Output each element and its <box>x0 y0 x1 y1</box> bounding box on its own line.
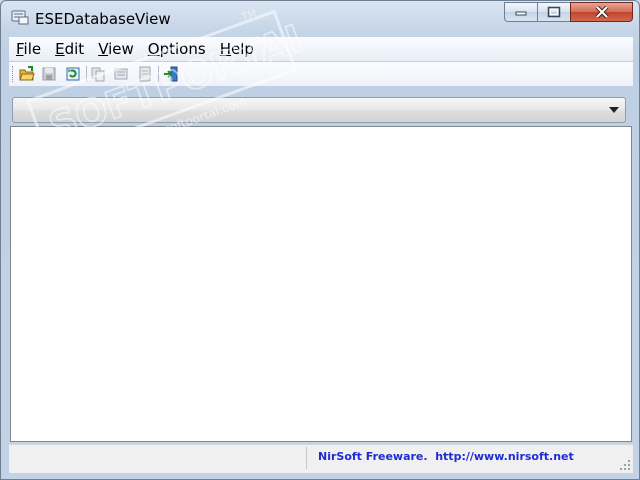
menu-bar: File Edit View Options Help <box>9 37 633 61</box>
exit-icon <box>164 66 178 82</box>
menu-file[interactable]: File <box>9 40 48 58</box>
menu-edit[interactable]: Edit <box>48 40 91 58</box>
close-icon <box>595 6 608 18</box>
menu-edit-label: Edit <box>55 40 85 58</box>
window-title: ESEDatabaseView <box>35 10 171 28</box>
status-pane-credit[interactable]: NirSoft Freeware. http://www.nirsoft.net <box>309 447 619 469</box>
status-pane-info <box>9 447 307 469</box>
save-button[interactable] <box>40 65 58 83</box>
menu-options[interactable]: Options <box>141 40 213 58</box>
title-bar[interactable]: ESEDatabaseView <box>1 1 639 35</box>
close-button[interactable] <box>570 2 633 22</box>
menu-view[interactable]: View <box>91 40 141 58</box>
menu-view-label: View <box>98 40 134 58</box>
refresh-icon <box>66 67 80 81</box>
minimize-button[interactable] <box>504 2 538 22</box>
resize-grip-icon[interactable] <box>619 459 631 471</box>
menu-help-label: Help <box>219 40 254 58</box>
nirsoft-credit-link[interactable]: NirSoft Freeware. http://www.nirsoft.net <box>318 450 574 463</box>
maximize-button[interactable] <box>537 2 571 22</box>
toolbar-separator <box>158 66 159 82</box>
minimize-icon <box>515 11 527 16</box>
html-report-button[interactable] <box>136 65 154 83</box>
menu-options-label: Options <box>147 40 206 58</box>
copy-icon <box>91 67 105 82</box>
exit-button[interactable] <box>162 65 180 83</box>
menu-file-label: File <box>16 40 42 58</box>
toolbar-grip[interactable] <box>12 66 15 82</box>
open-folder-icon <box>19 66 35 81</box>
report-icon <box>139 66 151 82</box>
save-icon <box>42 67 56 81</box>
table-selector-dropdown[interactable] <box>12 97 626 123</box>
records-list-view[interactable] <box>10 126 632 442</box>
properties-icon <box>114 68 128 80</box>
menu-help[interactable]: Help <box>213 40 261 58</box>
database-app-icon <box>11 10 29 25</box>
copy-button[interactable] <box>89 65 107 83</box>
toolbar <box>9 62 633 86</box>
properties-button[interactable] <box>112 65 130 83</box>
refresh-button[interactable] <box>64 65 82 83</box>
toolbar-separator <box>86 66 87 82</box>
app-window: ESEDatabaseView File Edit View Options H… <box>0 0 640 480</box>
status-bar: NirSoft Freeware. http://www.nirsoft.net <box>9 444 633 473</box>
open-button[interactable] <box>18 65 36 83</box>
maximize-icon <box>547 6 561 18</box>
chevron-down-icon <box>609 107 619 113</box>
